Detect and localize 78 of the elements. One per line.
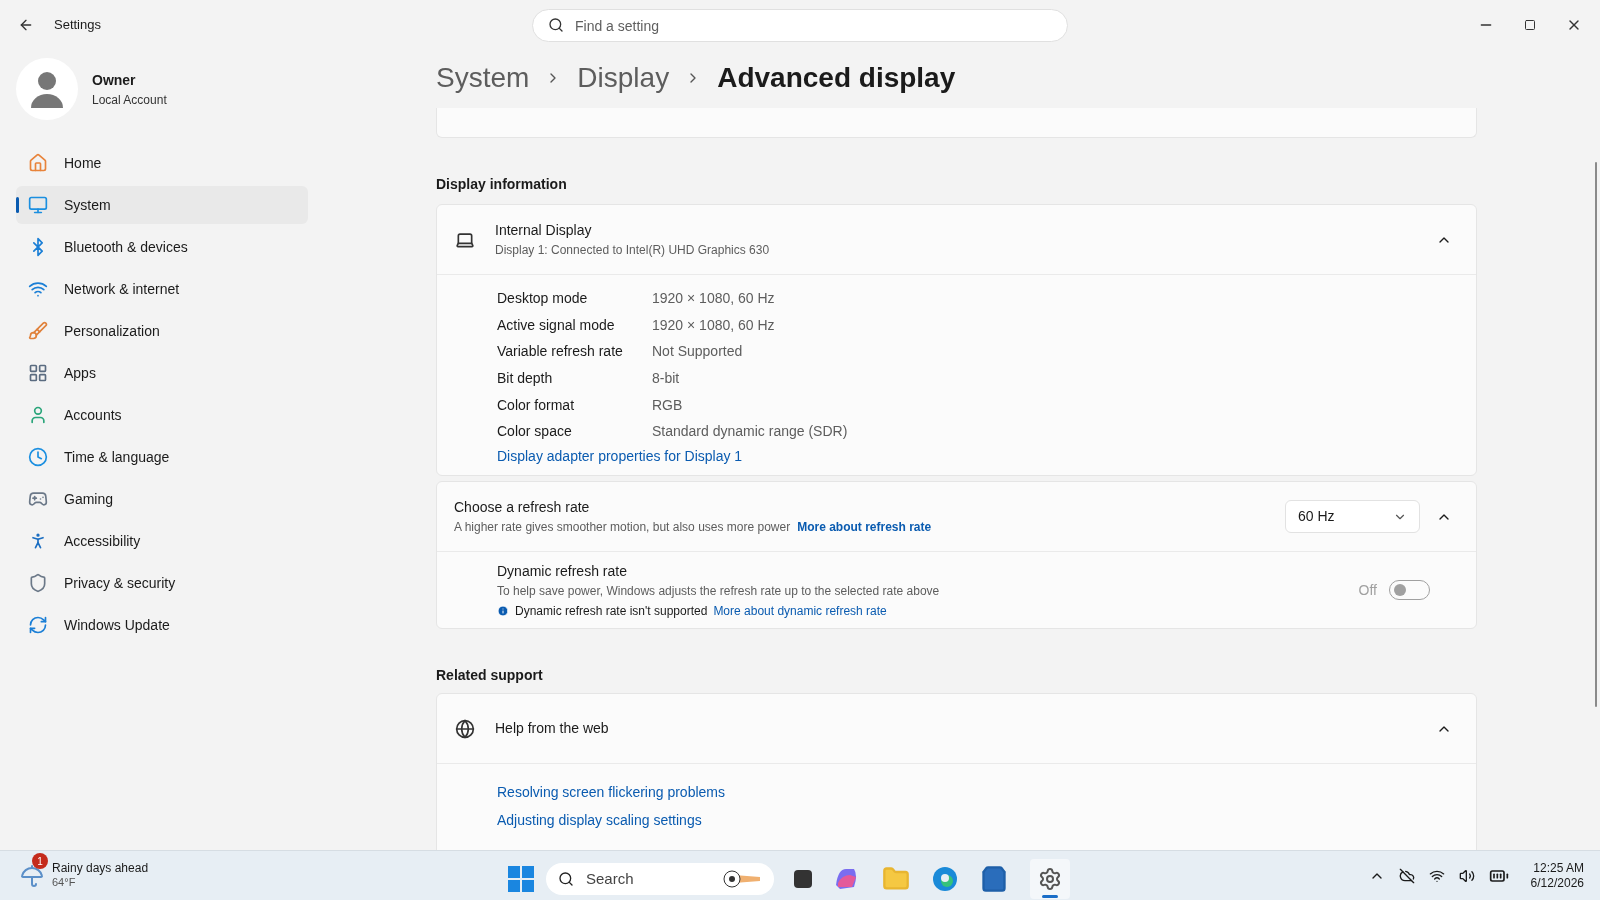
info-icon (497, 604, 509, 617)
display-title: Internal Display (495, 221, 593, 240)
search-icon (548, 17, 564, 33)
adapter-properties-link[interactable]: Display adapter properties for Display 1 (497, 446, 743, 468)
refresh-rate-dropdown[interactable]: 60 Hz (1285, 500, 1420, 534)
cloud-off-icon[interactable] (1398, 867, 1415, 884)
setting-title: Dynamic refresh rate (497, 561, 628, 581)
nav-item[interactable]: Time & language (16, 438, 308, 476)
settings-taskbar-button[interactable] (1030, 859, 1070, 899)
clock-date[interactable]: 6/12/2026 (1530, 875, 1584, 891)
nav-item[interactable]: Home (16, 144, 308, 182)
info-value: Not Supported (652, 342, 743, 362)
taskbar-search[interactable]: Search (546, 863, 774, 895)
monitor-icon (28, 195, 48, 215)
restore-icon[interactable] (1524, 19, 1536, 31)
setting-description: To help save power, Windows adjusts the refresh rate up to the selected rate above (497, 582, 940, 600)
info-value: Standard dynamic range (SDR) (652, 422, 848, 442)
display-subtitle: Display 1: Connected to Intel(R) UHD Graphics 630 (495, 242, 770, 259)
section-heading: Related support (436, 666, 543, 686)
person-icon (28, 405, 48, 425)
umbrella-icon[interactable] (20, 863, 44, 888)
update-icon (28, 615, 48, 635)
shield-icon (28, 573, 48, 593)
start-icon[interactable] (508, 866, 534, 892)
nav-item[interactable]: System (16, 186, 308, 224)
info-value: 1920 × 1080, 60 Hz (652, 315, 775, 335)
breadcrumb-item[interactable]: Display (577, 57, 670, 99)
nav-item[interactable]: Personalization (16, 312, 308, 350)
wifi-icon (28, 279, 48, 299)
brush-icon (28, 321, 48, 341)
info-value: RGB (652, 395, 683, 415)
nav-item[interactable]: Privacy & security (16, 564, 308, 602)
apps-icon (28, 363, 48, 383)
info-label: Active signal mode (497, 315, 616, 335)
nav-item[interactable]: Windows Update (16, 606, 308, 644)
help-link[interactable]: Resolving screen flickering problems (497, 782, 725, 804)
info-label: Color format (497, 395, 576, 415)
support-note: Dynamic refresh rate isn't supported (515, 602, 708, 620)
globe-icon (455, 718, 475, 739)
nav-item[interactable]: Network & internet (16, 270, 308, 308)
nav-item[interactable]: Accessibility (16, 522, 308, 560)
settings-icon (1038, 867, 1062, 891)
search-icon (558, 871, 574, 887)
task-view-icon[interactable] (794, 870, 812, 888)
info-label: Variable refresh rate (497, 342, 624, 362)
search-field[interactable]: Find a setting (532, 9, 1068, 42)
notification-badge: 1 (32, 853, 48, 870)
setting-description: A higher rate gives smoother motion, but also uses more power (454, 519, 791, 537)
back-icon[interactable] (18, 17, 34, 33)
info-label: Bit depth (497, 368, 554, 388)
clock-icon (28, 447, 48, 467)
help-link[interactable]: Adjusting display scaling settings (497, 810, 702, 832)
info-value: 1920 × 1080, 60 Hz (652, 288, 775, 308)
clock-time[interactable]: 12:25 AM (1533, 860, 1584, 876)
setting-title: Choose a refresh rate (454, 498, 591, 518)
nav-item[interactable]: Gaming (16, 480, 308, 518)
nav-item[interactable]: Apps (16, 354, 308, 392)
nav-item[interactable]: Accounts (16, 396, 308, 434)
window-title: Settings (54, 16, 101, 35)
volume-icon[interactable] (1458, 867, 1475, 884)
browser-icon[interactable] (932, 866, 958, 892)
help-title: Help from the web (495, 719, 609, 739)
nav-item[interactable]: Bluetooth & devices (16, 228, 308, 266)
info-value: 8-bit (652, 368, 680, 388)
weather-title: Rainy days ahead (52, 861, 149, 877)
info-label: Color space (497, 422, 573, 442)
refresh-rate-link[interactable]: More about refresh rate (797, 518, 932, 537)
info-label: Desktop mode (497, 288, 589, 308)
account-type: Local Account (92, 91, 167, 109)
ball-icon (722, 869, 762, 889)
weather-temperature: 64°F (52, 876, 77, 890)
toggle-state: Off (1358, 580, 1377, 600)
breadcrumb-item[interactable]: System (436, 57, 530, 99)
breadcrumb-item: Advanced display (717, 61, 956, 95)
home-icon (28, 153, 48, 173)
section-heading: Display information (436, 175, 567, 194)
user-name: Owner (92, 70, 137, 90)
gamepad-icon (28, 489, 48, 509)
